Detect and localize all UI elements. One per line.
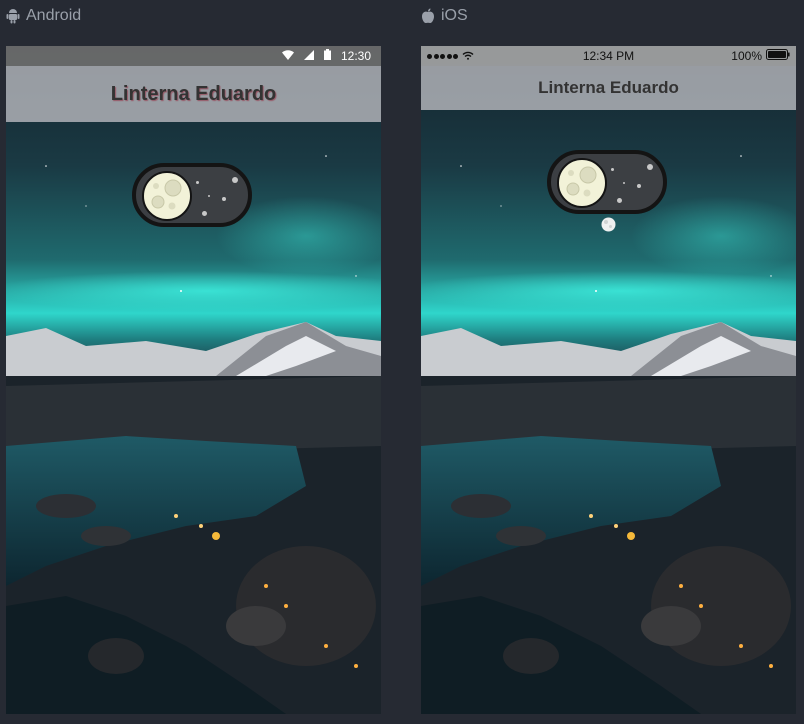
wifi-icon <box>462 49 474 63</box>
signal-icon <box>303 49 314 63</box>
star-icon <box>611 168 614 171</box>
android-icon <box>6 8 20 24</box>
battery-icon <box>323 49 331 63</box>
ios-phone-screen: 12:34 PM 100% Linterna Eduardo <box>421 46 796 714</box>
android-status-bar: 12:30 <box>6 46 381 66</box>
app-title-bar: Linterna Eduardo <box>6 66 381 122</box>
ios-status-bar: 12:34 PM 100% <box>421 46 796 66</box>
aurora-landscape-background <box>421 46 796 714</box>
status-time: 12:30 <box>340 49 371 63</box>
star-icon <box>202 211 207 216</box>
star-icon <box>208 195 210 197</box>
star-icon <box>647 164 653 170</box>
moon-icon <box>557 158 607 208</box>
battery-percentage: 100% <box>731 49 762 63</box>
android-label-text: Android <box>26 7 82 24</box>
wifi-icon <box>281 49 294 63</box>
app-title: Linterna Eduardo <box>110 82 277 105</box>
star-icon <box>637 184 641 188</box>
star-icon <box>222 197 226 201</box>
status-time: 12:34 PM <box>582 49 635 63</box>
app-title: Linterna Eduardo <box>538 78 679 97</box>
app-title-bar: Linterna Eduardo <box>421 66 796 110</box>
star-icon <box>196 181 199 184</box>
flashlight-toggle[interactable] <box>132 163 252 227</box>
moon-icon <box>142 171 192 221</box>
ios-label-text: iOS <box>441 7 468 24</box>
star-icon <box>617 198 622 203</box>
android-phone-screen: 12:30 Linterna Eduardo <box>6 46 381 714</box>
apple-icon <box>421 8 435 24</box>
star-icon <box>232 177 238 183</box>
flashlight-toggle[interactable] <box>547 150 667 214</box>
aurora-landscape-background <box>6 46 381 714</box>
small-moon-icon <box>601 217 616 232</box>
signal-dots-icon <box>427 53 458 59</box>
ios-platform-label: iOS <box>421 6 468 26</box>
android-platform-label: Android <box>6 6 81 26</box>
star-icon <box>623 182 625 184</box>
battery-icon <box>766 49 790 63</box>
